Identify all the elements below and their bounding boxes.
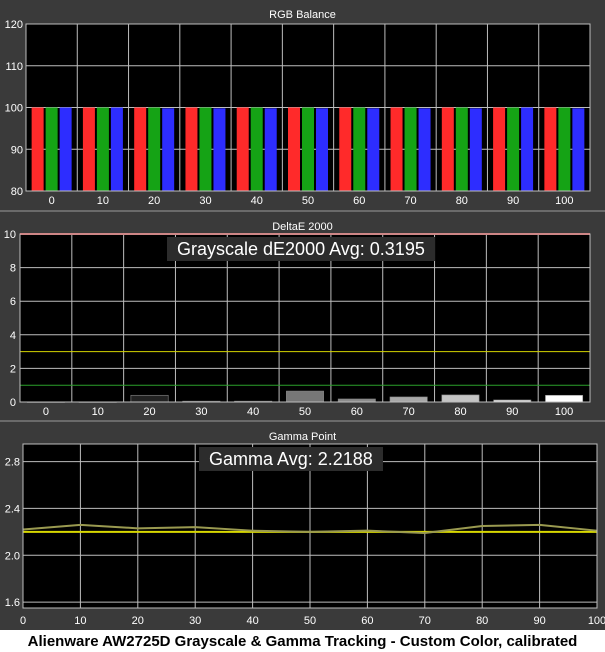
x-tick-label: 60: [351, 406, 363, 418]
x-tick-label: 90: [507, 195, 519, 207]
x-tick-label: 50: [304, 615, 316, 627]
x-tick-label: 40: [251, 195, 263, 207]
green-bar: [302, 107, 314, 191]
gamma-average-label: Gamma Avg: 2.2188: [199, 447, 383, 471]
y-tick-label: 2.4: [5, 503, 20, 515]
red-bar: [185, 107, 198, 191]
x-tick-label: 0: [20, 615, 26, 627]
y-tick-label: 2.8: [5, 457, 20, 469]
y-tick-label: 4: [10, 330, 16, 342]
y-tick-label: 2: [10, 363, 16, 375]
blue-bar: [110, 107, 123, 191]
x-tick-label: 40: [246, 615, 258, 627]
deltae-panel: DeltaE 2000 0 2 4 6 8 10 0 10 20 30 40 50 60 70 80 90 10…: [0, 212, 605, 420]
x-tick-label: 60: [353, 195, 365, 207]
x-tick-label: 0: [43, 406, 49, 418]
red-bar: [134, 107, 147, 191]
x-tick-label: 20: [143, 406, 155, 418]
y-tick-label: 120: [5, 19, 23, 31]
blue-bar: [469, 108, 482, 191]
x-tick-label: 100: [555, 406, 573, 418]
x-tick-label: 30: [189, 615, 201, 627]
y-tick-label: 100: [5, 103, 23, 115]
blue-bar: [521, 107, 534, 191]
blue-bar: [264, 108, 277, 191]
green-bar: [404, 107, 417, 191]
red-bar: [288, 107, 300, 191]
x-tick-label: 70: [419, 615, 431, 627]
red-bar: [441, 107, 454, 191]
green-bar: [199, 107, 212, 191]
x-tick-label: 60: [361, 615, 373, 627]
x-tick-label: 30: [195, 406, 207, 418]
x-tick-label: 90: [506, 406, 518, 418]
green-bar: [96, 107, 109, 191]
y-tick-label: 80: [11, 186, 23, 198]
blue-bar: [162, 108, 175, 191]
x-tick-label: 20: [132, 615, 144, 627]
blue-bar: [418, 108, 431, 191]
blue-bar: [213, 108, 226, 191]
y-tick-label: 6: [10, 296, 16, 308]
red-bar: [544, 107, 557, 191]
x-tick-label: 80: [456, 195, 468, 207]
x-tick-label: 90: [533, 615, 545, 627]
x-tick-label: 50: [302, 195, 314, 207]
deltae-bar: [389, 396, 428, 403]
green-bar: [148, 107, 161, 191]
y-tick-label: 1.6: [5, 597, 20, 609]
y-tick-label: 90: [11, 144, 23, 156]
green-bar: [558, 107, 571, 191]
blue-bar: [367, 108, 380, 191]
gamma-panel: Gamma Point 1.6 2.0 2.4 2.8 0 10 20 30 40 50 60 70 8…: [0, 422, 605, 630]
x-tick-label: 70: [403, 406, 415, 418]
green-bar: [455, 107, 468, 191]
red-bar: [390, 107, 403, 191]
red-bar: [236, 107, 249, 191]
x-tick-label: 80: [476, 615, 488, 627]
deltae-bar: [130, 394, 169, 403]
x-tick-label: 0: [49, 195, 55, 207]
green-bar: [250, 107, 263, 191]
red-bar: [339, 107, 352, 191]
y-tick-label: 110: [5, 61, 23, 73]
x-tick-label: 10: [92, 406, 104, 418]
rgb-balance-panel: RGB Balance 80 90 100 110 120 0 10 20 30 40 50 60 70…: [0, 0, 605, 210]
blue-bar: [572, 108, 585, 191]
blue-bar: [316, 108, 328, 191]
x-tick-label: 100: [588, 615, 605, 627]
green-bar: [507, 107, 520, 191]
x-tick-label: 20: [148, 195, 160, 207]
x-tick-label: 10: [97, 195, 109, 207]
red-bar: [82, 107, 95, 191]
y-tick-label: 0: [10, 397, 16, 409]
x-tick-label: 70: [404, 195, 416, 207]
deltae-bar: [441, 394, 480, 403]
deltae-average-label: Grayscale dE2000 Avg: 0.3195: [167, 237, 435, 261]
x-tick-label: 10: [74, 615, 86, 627]
green-bar: [353, 107, 366, 191]
blue-bar: [59, 107, 72, 191]
green-bar: [45, 107, 58, 191]
x-tick-label: 80: [454, 406, 466, 418]
x-tick-label: 40: [247, 406, 259, 418]
rgb-balance-chart: 80 90 100 110 120 0 10 20 30 40 50 60 70 80 90 100: [5, 19, 591, 207]
red-bar: [493, 107, 506, 191]
x-tick-label: 50: [299, 406, 311, 418]
x-tick-label: 100: [555, 195, 573, 207]
y-tick-label: 10: [4, 229, 16, 241]
deltae-bar: [286, 390, 324, 403]
red-bar: [31, 107, 44, 191]
figure-caption: Alienware AW2725D Grayscale & Gamma Trac…: [0, 631, 605, 652]
y-tick-label: 2.0: [5, 550, 20, 562]
y-tick-label: 8: [10, 263, 16, 275]
deltae-bar: [545, 394, 584, 403]
x-tick-label: 30: [199, 195, 211, 207]
